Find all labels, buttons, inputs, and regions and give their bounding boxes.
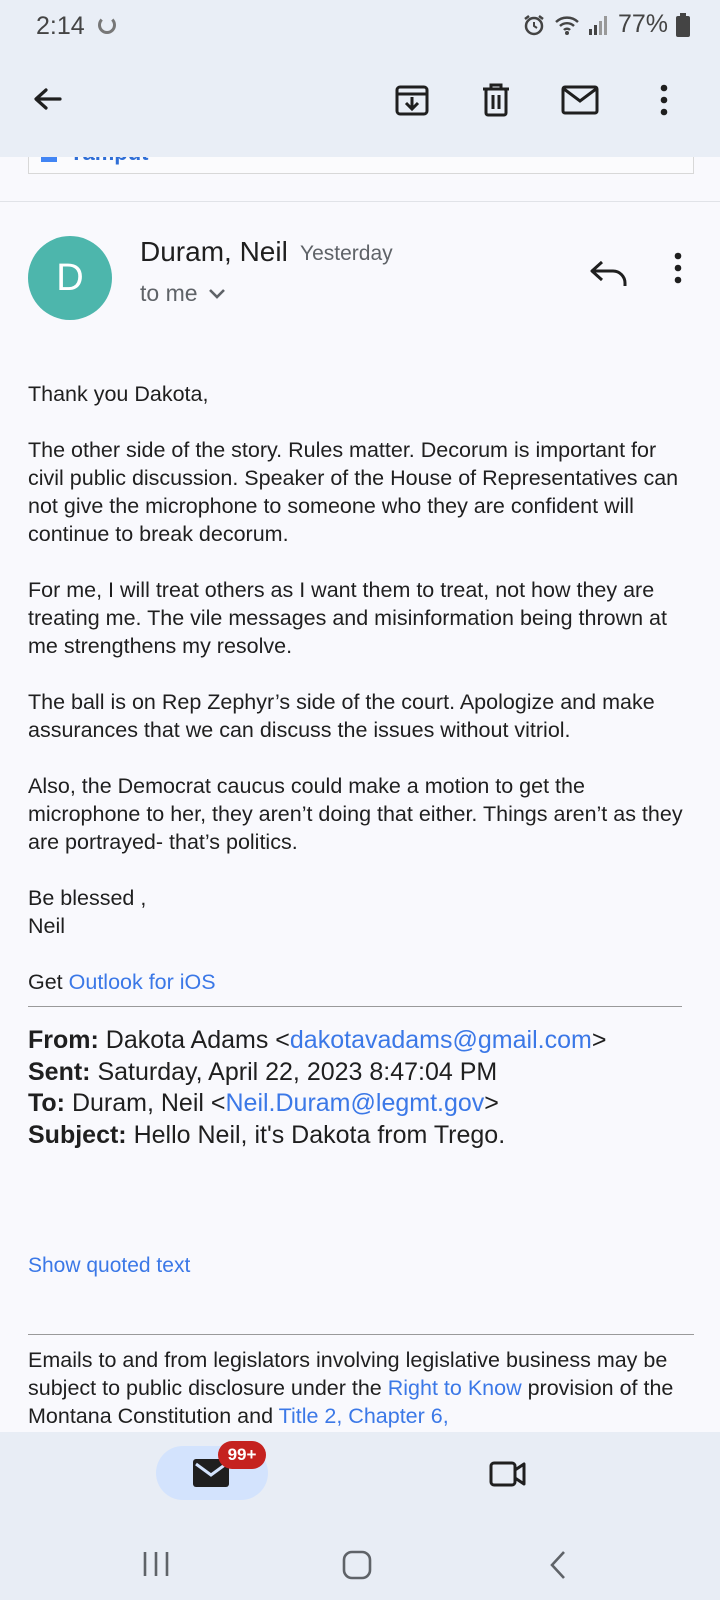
greeting: Thank you Dakota, — [28, 382, 209, 406]
delete-button[interactable] — [474, 78, 518, 122]
quoted-header: From: Dakota Adams <dakotavadams@gmail.c… — [28, 1025, 696, 1151]
back-arrow-icon — [34, 88, 62, 110]
home-icon[interactable] — [342, 1550, 372, 1580]
quoted-from: From: Dakota Adams <dakotavadams@gmail.c… — [28, 1025, 696, 1057]
sender-name[interactable]: Duram, Neil — [140, 236, 288, 268]
archive-icon — [395, 85, 429, 116]
sync-icon — [98, 16, 116, 34]
closing: Be blessed , — [28, 886, 147, 910]
recipients-toggle[interactable]: to me — [140, 280, 226, 307]
alarm-icon — [524, 14, 544, 35]
back-button[interactable] — [26, 78, 70, 122]
body-paragraph: Also, the Democrat caucus could make a m… — [28, 774, 683, 854]
right-to-know-link[interactable]: Right to Know — [388, 1376, 522, 1400]
subject-label: Subject: — [28, 1120, 127, 1149]
body-paragraph: For me, I will treat others as I want th… — [28, 578, 667, 658]
to-label: To: — [28, 1089, 66, 1117]
to-name: Duram, Neil < — [65, 1089, 226, 1117]
get-outlook-line: Get Outlook for iOS — [28, 968, 696, 996]
message-body: Thank you Dakota, The other side of the … — [28, 380, 696, 1151]
to-email-link[interactable]: Neil.Duram@legmt.gov — [225, 1089, 484, 1117]
chevron-down-icon — [208, 288, 225, 299]
get-prefix: Get — [28, 970, 69, 994]
sign-off: Be blessed , Neil — [28, 884, 696, 940]
mark-unread-button[interactable] — [558, 78, 602, 122]
quoted-sent: Sent: Saturday, April 22, 2023 8:47:04 P… — [28, 1057, 696, 1089]
meet-tab[interactable] — [488, 1454, 528, 1494]
body-paragraph: The other side of the story. Rules matte… — [28, 438, 679, 546]
disclaimer: Emails to and from legislators involving… — [28, 1346, 696, 1430]
message-date: Yesterday — [300, 242, 393, 265]
avatar[interactable]: D — [28, 236, 112, 320]
quoted-to: To: Duram, Neil <Neil.Duram@legmt.gov> — [28, 1088, 696, 1120]
more-options-button[interactable] — [642, 78, 686, 122]
body-paragraph: The ball is on Rep Zephyr’s side of the … — [28, 690, 655, 742]
status-time: 2:14 — [36, 12, 85, 40]
bottom-navigation: 99+ — [0, 1432, 720, 1600]
to-close: > — [484, 1089, 499, 1117]
toolbar-actions — [390, 78, 686, 122]
divider — [0, 201, 720, 202]
subject-value: Hello Neil, it's Dakota from Trego. — [126, 1120, 506, 1149]
sent-value: Saturday, April 22, 2023 8:47:04 PM — [90, 1057, 498, 1086]
recent-apps-icon[interactable] — [141, 1550, 171, 1578]
from-email-link[interactable]: dakotavadams@gmail.com — [290, 1026, 592, 1054]
mark-unread-icon — [561, 85, 599, 115]
signature: Neil — [28, 914, 66, 938]
from-close: > — [591, 1026, 607, 1054]
more-vert-icon — [660, 84, 668, 116]
show-quoted-text-link[interactable]: Show quoted text — [28, 1254, 190, 1278]
quoted-subject: Subject: Hello Neil, it's Dakota from Tr… — [28, 1120, 696, 1152]
sent-label: Sent: — [28, 1057, 91, 1086]
reply-icon — [590, 260, 627, 286]
recipients-label: to me — [140, 280, 198, 306]
archive-button[interactable] — [390, 78, 434, 122]
battery-percent: 77% — [617, 10, 668, 38]
signal-icon — [588, 15, 607, 35]
wifi-icon — [555, 15, 579, 35]
message-more-button[interactable] — [666, 252, 690, 296]
avatar-letter: D — [56, 256, 84, 299]
outlook-link[interactable]: Outlook for iOS — [69, 970, 216, 994]
system-back-icon[interactable] — [548, 1550, 568, 1580]
reply-button[interactable] — [588, 252, 632, 296]
from-name: Dakota Adams < — [98, 1026, 290, 1054]
delete-icon — [483, 83, 509, 117]
separator — [28, 1334, 694, 1335]
separator — [28, 1006, 682, 1007]
unread-badge: 99+ — [218, 1441, 266, 1469]
top-app-bar: 2:14 77% — [0, 0, 720, 157]
battery-icon — [676, 12, 690, 37]
from-label: From: — [28, 1026, 99, 1054]
status-icons: 77% — [522, 10, 690, 39]
video-camera-icon — [489, 1461, 526, 1487]
title-2-link[interactable]: Title 2, Chapter 6, — [279, 1404, 449, 1428]
more-vert-icon — [674, 252, 682, 284]
